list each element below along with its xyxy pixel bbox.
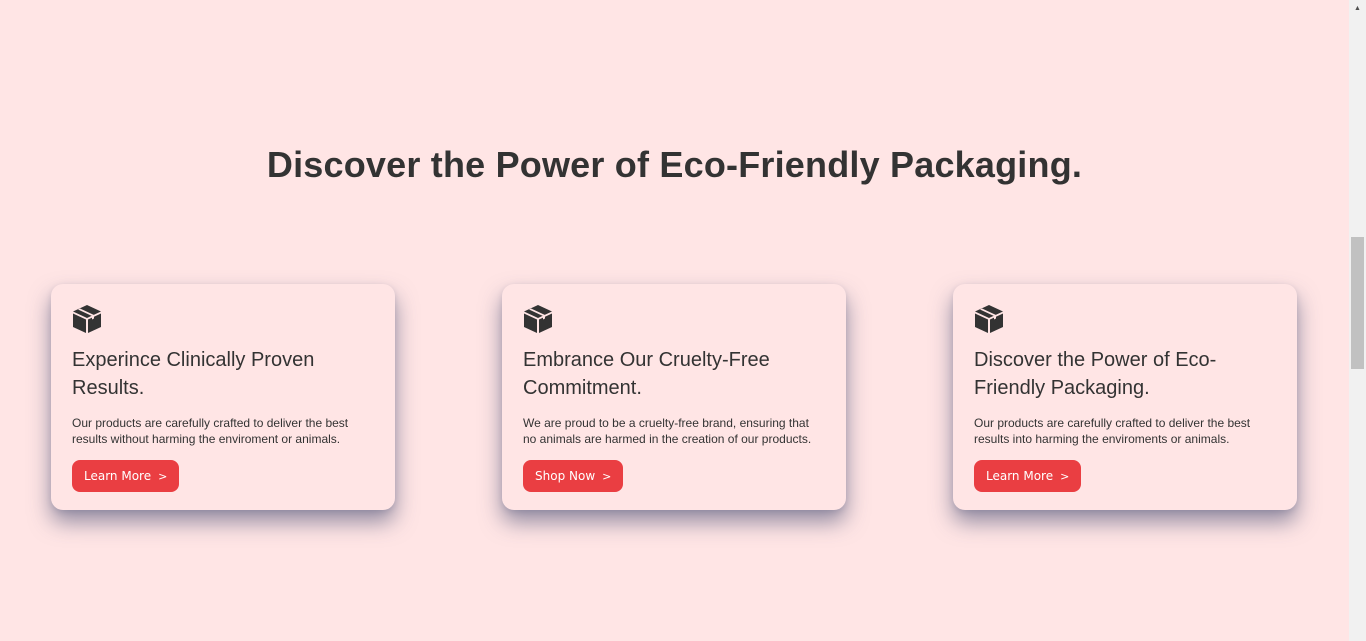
shop-now-button[interactable]: Shop Now > <box>523 460 624 492</box>
feature-card: Experince Clinically Proven Results. Our… <box>51 284 395 510</box>
button-label: Shop Now <box>535 469 596 483</box>
box-icon <box>73 305 101 333</box>
feature-card: Embrance Our Cruelty-Free Commitment. We… <box>502 284 846 510</box>
learn-more-button[interactable]: Learn More > <box>72 460 180 492</box>
button-label: Learn More <box>986 469 1054 483</box>
button-label: Learn More <box>84 469 152 483</box>
card-description: We are proud to be a cruelty-free brand,… <box>523 416 812 446</box>
card-title: Experince Clinically Proven Results. <box>72 349 315 399</box>
chevron-right-icon: > <box>158 469 168 483</box>
card-description: Our products are carefully crafted to de… <box>72 416 349 446</box>
chevron-right-icon: > <box>602 469 612 483</box>
box-icon <box>524 305 552 333</box>
box-icon <box>975 305 1003 333</box>
scrollbar-thumb[interactable] <box>1351 237 1364 369</box>
feature-card: Discover the Power of Eco-Friendly Packa… <box>953 284 1297 510</box>
page: Discover the Power of Eco-Friendly Packa… <box>0 0 1349 641</box>
card-title: Embrance Our Cruelty-Free Commitment. <box>523 349 770 399</box>
chevron-up-icon[interactable]: ▲ <box>1349 0 1366 17</box>
card-description: Our products are carefully crafted to de… <box>974 416 1251 446</box>
section-heading: Discover the Power of Eco-Friendly Packa… <box>266 144 1083 185</box>
learn-more-button[interactable]: Learn More > <box>974 460 1082 492</box>
card-title: Discover the Power of Eco-Friendly Packa… <box>974 349 1217 399</box>
vertical-scrollbar[interactable]: ▲ <box>1349 0 1366 641</box>
chevron-right-icon: > <box>1060 469 1070 483</box>
